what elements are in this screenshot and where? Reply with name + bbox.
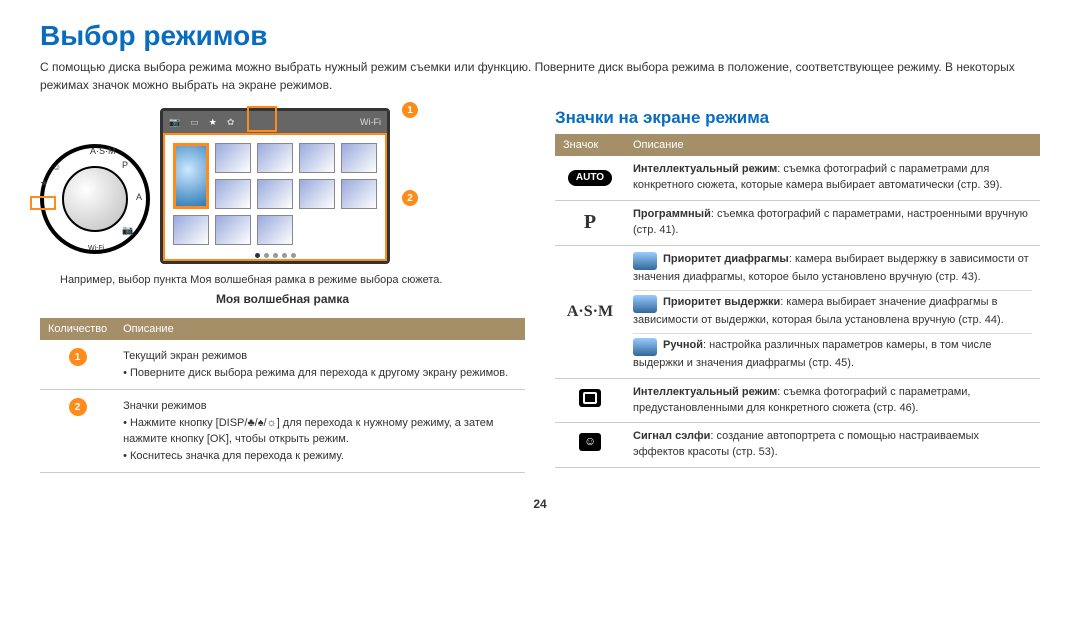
left-column: A·S·M P A 📷 Wi-Fi ★ ☺ 📷 ▭ ★ ✿ Wi-Fi — [40, 108, 525, 473]
page-title: Выбор режимов — [40, 20, 1040, 52]
dial-label-auto: A — [136, 192, 142, 202]
auto-badge-icon: AUTO — [568, 170, 612, 187]
caption-row: Например, выбор пункта Моя волшебная рам… — [60, 274, 525, 286]
table-row: Интеллектуальный режим: съемка фотографи… — [555, 378, 1040, 423]
right-column: Значки на экране режима Значок Описание … — [555, 108, 1040, 473]
row-callout-2: 2 — [69, 398, 87, 416]
row-desc-auto: Интеллектуальный режим: съемка фотографи… — [625, 156, 1040, 200]
intro-text: С помощью диска выбора режима можно выбр… — [40, 58, 1040, 94]
tab-cam-icon: 📷 — [169, 117, 180, 128]
caption-example: Например, выбор пункта Моя волшебная рам… — [60, 274, 442, 286]
tab-panorama-icon: ▭ — [190, 117, 199, 128]
caption-mode-name: Моя волшебная рамка — [40, 292, 525, 306]
table-row: AUTO Интеллектуальный режим: съемка фото… — [555, 156, 1040, 200]
smart-scene-icon — [579, 389, 601, 407]
row-desc-2: Значки режимов • Нажмите кнопку [DISP/♣/… — [115, 390, 525, 473]
row-desc-selfie: Сигнал сэлфи: создание автопортрета с по… — [625, 423, 1040, 468]
manual-mode-icon — [633, 338, 657, 356]
row-callout-1: 1 — [69, 348, 87, 366]
right-subtitle: Значки на экране режима — [555, 108, 1040, 128]
screen-body-highlight — [163, 133, 387, 261]
tab-highlight — [247, 106, 277, 132]
page-number: 24 — [40, 497, 1040, 511]
table-row: A·S·M Приоритет диафрагмы: камера выбира… — [555, 245, 1040, 378]
row-desc-asm: Приоритет диафрагмы: камера выбирает выд… — [625, 245, 1040, 378]
mode-dial-highlight — [30, 196, 56, 210]
mode-dial: A·S·M P A 📷 Wi-Fi ★ ☺ — [40, 144, 150, 254]
tab-gear-icon: ✿ — [227, 117, 235, 128]
mode-dial-center — [62, 166, 128, 232]
row-desc-scene: Интеллектуальный режим: съемка фотографи… — [625, 378, 1040, 423]
camera-screen: 📷 ▭ ★ ✿ Wi-Fi — [160, 108, 390, 264]
aperture-priority-icon — [633, 252, 657, 270]
selfie-icon — [579, 433, 601, 451]
p-mode-icon: P — [584, 211, 596, 233]
row-desc-p: Программный: съемка фотографий с парамет… — [625, 200, 1040, 245]
left-table: Количество Описание 1 Текущий экран режи… — [40, 318, 525, 473]
shutter-priority-icon — [633, 295, 657, 313]
screen-wrap: 📷 ▭ ★ ✿ Wi-Fi — [160, 108, 390, 264]
callout-2: 2 — [402, 190, 418, 206]
dial-label-p: P — [122, 160, 128, 170]
row-desc-1: Текущий экран режимов • Поверните диск в… — [115, 340, 525, 390]
tab-star-icon: ★ — [209, 117, 217, 128]
callout-1: 1 — [402, 102, 418, 118]
dial-label-cam: 📷 — [122, 225, 133, 236]
asm-mode-icon: A·S·M — [567, 303, 613, 320]
dial-label-wifi: Wi-Fi — [88, 245, 104, 252]
table-row: P Программный: съемка фотографий с парам… — [555, 200, 1040, 245]
figure-row: A·S·M P A 📷 Wi-Fi ★ ☺ 📷 ▭ ★ ✿ Wi-Fi — [40, 108, 525, 264]
dial-label-asm: A·S·M — [90, 146, 116, 156]
table-row: 1 Текущий экран режимов • Поверните диск… — [40, 340, 525, 390]
th-qty: Количество — [40, 318, 115, 340]
dial-label-star: ★ — [40, 178, 48, 189]
table-row: 2 Значки режимов • Нажмите кнопку [DISP/… — [40, 390, 525, 473]
dial-label-smile: ☺ — [52, 162, 61, 172]
tab-wifi-label: Wi-Fi — [360, 117, 381, 127]
th-desc-r: Описание — [625, 134, 1040, 156]
icons-table: Значок Описание AUTO Интеллектуальный ре… — [555, 134, 1040, 468]
th-icon: Значок — [555, 134, 625, 156]
table-row: Сигнал сэлфи: создание автопортрета с по… — [555, 423, 1040, 468]
th-desc: Описание — [115, 318, 525, 340]
screen-body — [163, 133, 387, 261]
